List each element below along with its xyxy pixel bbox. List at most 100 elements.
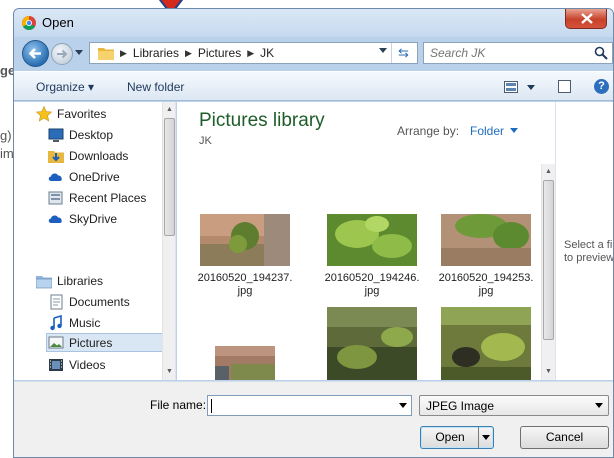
nav-item-label: Documents <box>69 294 130 309</box>
file-name-combobox[interactable] <box>207 395 412 416</box>
nav-item-label: OneDrive <box>69 169 120 184</box>
view-dropdown-icon[interactable] <box>527 85 535 90</box>
search-box[interactable] <box>423 42 613 64</box>
forward-arrow-icon <box>57 49 68 59</box>
image-thumbnail[interactable] <box>215 346 275 380</box>
chevron-down-icon[interactable] <box>399 403 407 408</box>
music-icon <box>50 314 62 330</box>
nav-favorites[interactable]: Favorites <box>36 104 106 123</box>
file-name-label: 20160520_194253. jpg <box>438 272 534 297</box>
image-thumbnail[interactable] <box>441 307 531 380</box>
image-thumbnail[interactable] <box>327 307 417 380</box>
nav-item-label: Videos <box>69 357 106 372</box>
address-dropdown-icon[interactable] <box>379 48 387 53</box>
file-name-label: 20160520_194237. jpg <box>197 272 293 297</box>
image-thumbnail[interactable] <box>327 214 417 266</box>
content-scrollbar-thumb[interactable] <box>543 180 554 340</box>
nav-item-label: Recent Places <box>69 190 147 205</box>
text-caret <box>211 399 212 413</box>
folder-icon <box>98 48 114 60</box>
preview-pane: Select a fil to preview <box>555 102 614 380</box>
nav-item-label: SkyDrive <box>69 211 118 226</box>
dialog-bottom-bar: File name: JPEG Image Open Cancel <box>14 381 613 457</box>
help-icon[interactable]: ? <box>594 79 609 94</box>
photo-thumbnail <box>215 346 275 380</box>
nav-libraries[interactable]: Libraries <box>36 271 103 290</box>
close-icon <box>581 13 593 24</box>
library-title: Pictures library <box>199 110 325 131</box>
address-bar[interactable]: ▶ Libraries ▶ Pictures ▶ JK ⇆ <box>89 42 418 64</box>
photo-thumbnail <box>200 214 290 266</box>
scroll-down-arrow[interactable]: ▼ <box>545 368 552 375</box>
nav-item-pictures[interactable]: Pictures <box>46 333 174 352</box>
nav-item-label: Desktop <box>69 127 114 142</box>
nav-item-skydrive[interactable]: SkyDrive <box>48 209 117 228</box>
arrange-by-dropdown[interactable]: Folder <box>470 124 504 138</box>
address-row: ▶ Libraries ▶ Pictures ▶ JK ⇆ <box>14 37 613 71</box>
scroll-down-arrow[interactable]: ▼ <box>166 368 173 375</box>
nav-item-label: Downloads <box>69 148 129 163</box>
downloads-icon <box>48 150 64 163</box>
organize-button[interactable]: Organize ▾ <box>36 80 94 94</box>
cloud-icon <box>48 173 62 181</box>
photo-thumbnail <box>441 214 531 266</box>
search-input[interactable] <box>430 45 590 61</box>
photo-thumbnail <box>441 307 531 380</box>
new-folder-button[interactable]: New folder <box>127 80 184 94</box>
recent-locations-dropdown-icon[interactable] <box>75 50 83 55</box>
arrange-by-label: Arrange by: <box>397 124 460 138</box>
breadcrumb-separator: ▶ <box>184 47 192 58</box>
file-list-area: Pictures library JK Arrange by: Folder 2… <box>177 102 555 380</box>
open-file-dialog: Open ▶ Libraries ▶ Pictures ▶ JK ⇆ Searc… <box>13 8 614 458</box>
nav-item-videos[interactable]: Videos <box>48 355 105 374</box>
file-name-label: File name: <box>150 398 207 412</box>
back-button[interactable] <box>22 40 49 67</box>
file-type-select[interactable]: JPEG Image <box>419 395 609 416</box>
breadcrumb-separator: ▶ <box>120 47 127 58</box>
cancel-button[interactable]: Cancel <box>520 426 609 449</box>
nav-item-label: Music <box>69 315 101 330</box>
chevron-down-icon <box>595 403 603 408</box>
navpane-scrollbar-thumb[interactable] <box>164 118 175 236</box>
breadcrumb-separator: ▶ <box>247 47 255 58</box>
open-options-dropdown[interactable] <box>478 427 493 448</box>
file-name-input[interactable] <box>211 398 381 413</box>
chrome-icon <box>22 16 36 30</box>
background-text-fragment: g) <box>0 128 12 143</box>
breadcrumb-pictures[interactable]: Pictures <box>198 46 241 60</box>
chevron-down-icon <box>482 435 490 440</box>
content-scrollbar[interactable]: ▲ ▼ <box>541 164 555 380</box>
file-type-value: JPEG Image <box>426 399 495 413</box>
nav-item-desktop[interactable]: Desktop <box>48 125 113 144</box>
image-thumbnail[interactable] <box>441 214 531 266</box>
organize-label: Organize <box>36 80 85 94</box>
navpane-scrollbar[interactable]: ▲ ▼ <box>162 102 175 380</box>
library-subtitle: JK <box>199 135 212 147</box>
nav-favorites-label: Favorites <box>57 106 107 121</box>
refresh-button[interactable]: ⇆ <box>391 43 415 63</box>
title-bar[interactable]: Open <box>14 9 613 37</box>
open-button[interactable]: Open <box>420 426 494 449</box>
arrange-dropdown-icon[interactable] <box>510 128 518 133</box>
nav-item-onedrive[interactable]: OneDrive <box>48 167 120 186</box>
preview-pane-icon[interactable] <box>558 80 571 93</box>
forward-button[interactable] <box>51 43 73 65</box>
breadcrumb-jk[interactable]: JK <box>260 46 274 60</box>
nav-item-label: Pictures <box>69 335 113 350</box>
nav-item-documents[interactable]: Documents <box>48 292 130 311</box>
file-name-label: 20160520_194246. jpg <box>324 272 420 297</box>
libraries-icon <box>36 275 52 288</box>
back-arrow-icon <box>28 48 41 59</box>
scroll-up-arrow[interactable]: ▲ <box>545 168 552 175</box>
image-thumbnail[interactable] <box>200 214 290 266</box>
preview-message: Select a fil to preview <box>564 239 614 264</box>
command-toolbar: Organize ▾ New folder ? <box>14 71 613 101</box>
nav-item-music[interactable]: Music <box>48 313 100 332</box>
nav-item-downloads[interactable]: Downloads <box>48 146 128 165</box>
breadcrumb-libraries[interactable]: Libraries <box>133 46 179 60</box>
view-options-icon[interactable] <box>504 81 518 93</box>
scroll-up-arrow[interactable]: ▲ <box>166 106 173 113</box>
close-button[interactable] <box>565 9 607 29</box>
search-icon <box>594 46 608 60</box>
nav-item-recent-places[interactable]: Recent Places <box>48 188 146 207</box>
